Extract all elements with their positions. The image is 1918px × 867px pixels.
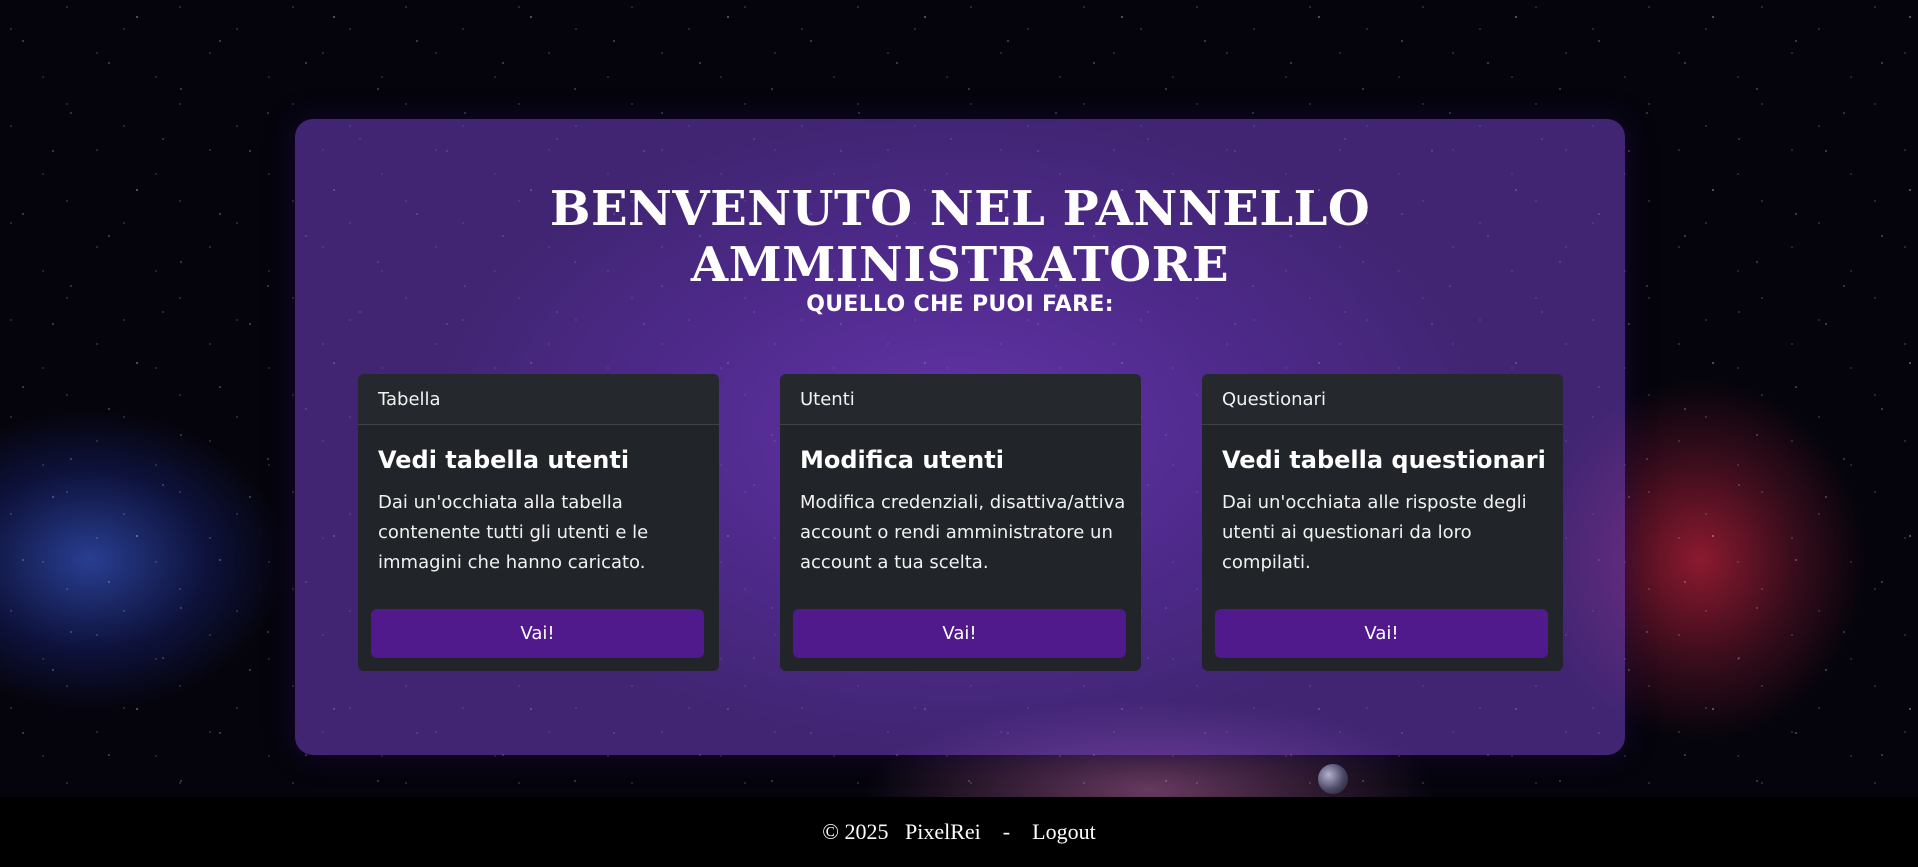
footer-separator: - — [1002, 819, 1011, 844]
card-description: Modifica credenziali, disattiva/attiva a… — [800, 492, 1126, 573]
cards-row: Tabella Vedi tabella utenti Dai un'occhi… — [358, 374, 1563, 671]
footer-spacer — [981, 819, 1003, 845]
footer-copyright: © 2025 — [822, 819, 889, 844]
card-title: Vedi tabella questionari — [1222, 446, 1546, 474]
go-users-table-button[interactable]: Vai! — [371, 609, 704, 658]
card-questionari: Questionari Vedi tabella questionari Dai… — [1202, 374, 1563, 671]
card-header: Utenti — [780, 374, 1141, 425]
card-description: Dai un'occhiata alla tabella contenente … — [378, 492, 649, 573]
card-utenti: Utenti Modifica utenti Modifica credenzi… — [780, 374, 1141, 671]
card-title: Vedi tabella utenti — [378, 446, 630, 474]
card-header: Tabella — [358, 374, 719, 425]
section-subtitle: Quello che puoi fare: — [806, 292, 1114, 317]
footer: © 2025 PixelRei - Logout — [0, 797, 1918, 867]
footer-spacer — [889, 819, 906, 845]
card-header: Questionari — [1202, 374, 1563, 425]
card-title: Modifica utenti — [800, 446, 1004, 474]
footer-spacer — [1010, 819, 1032, 845]
go-questionnaires-button[interactable]: Vai! — [1215, 609, 1548, 658]
page-title: BENVENUTO NEL PANNELLO AMMINISTRATORE — [549, 181, 1371, 293]
admin-panel: BENVENUTO NEL PANNELLO AMMINISTRATORE Qu… — [295, 119, 1625, 755]
card-description: Dai un'occhiata alle risposte degli uten… — [1222, 492, 1527, 573]
planet-decoration — [1318, 764, 1348, 794]
logout-link[interactable]: Logout — [1032, 819, 1096, 845]
footer-brand: PixelRei — [905, 819, 981, 844]
card-tabella: Tabella Vedi tabella utenti Dai un'occhi… — [358, 374, 719, 671]
go-edit-users-button[interactable]: Vai! — [793, 609, 1126, 658]
